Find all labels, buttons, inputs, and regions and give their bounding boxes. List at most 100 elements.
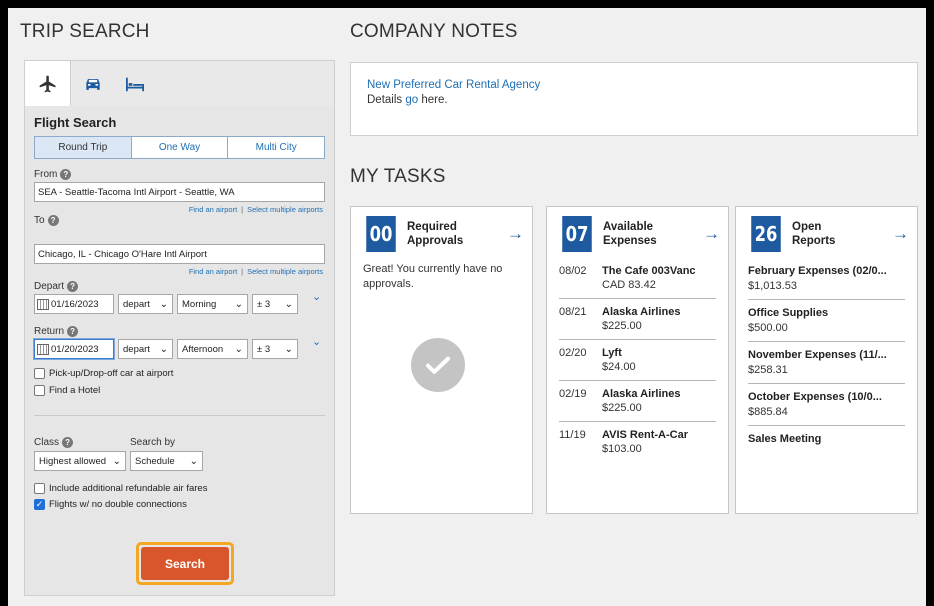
details-suffix: here. (418, 94, 448, 106)
expense-item[interactable]: 02/19 Alaska Airlines $225.00 (559, 385, 716, 422)
expense-date: 08/21 (559, 306, 587, 318)
class-select[interactable]: Highest allowed ⌄ (34, 451, 126, 471)
help-icon[interactable]: ? (60, 169, 72, 180)
find-airport-link[interactable]: Find an airport (189, 267, 237, 276)
open-reports-card[interactable]: 26 Open Reports → February Expenses (02/… (735, 206, 918, 514)
chevron-down-icon: ⌄ (159, 343, 168, 355)
details-prefix: Details (367, 94, 406, 106)
class-value: Highest allowed (39, 455, 107, 467)
select-multiple-airports-link[interactable]: Select multiple airports (247, 205, 323, 214)
tab-hotel[interactable] (115, 61, 155, 106)
help-icon[interactable]: ? (67, 326, 79, 337)
car-icon (86, 78, 100, 90)
expense-name: Alaska Airlines (602, 306, 681, 318)
card-header[interactable]: 26 Open Reports → (748, 215, 909, 253)
expense-name: AVIS Rent-A-Car (602, 429, 688, 441)
expense-name: The Cafe 003Vanc (602, 265, 696, 277)
refundable-checkbox[interactable] (34, 483, 45, 494)
expense-item[interactable]: 08/02 The Cafe 003Vanc CAD 83.42 (559, 262, 716, 299)
report-item[interactable]: Sales Meeting (748, 430, 905, 452)
chevron-down-icon: ⌄ (234, 343, 243, 355)
return-expand-chevron-icon[interactable]: ⌄ (312, 335, 321, 348)
find-hotel-label: Find a Hotel (49, 385, 101, 396)
pickup-car-label: Pick-up/Drop-off car at airport (49, 368, 174, 379)
depart-type-select[interactable]: depart ⌄ (118, 294, 173, 314)
depart-label: Depart ? (34, 281, 79, 292)
help-icon[interactable]: ? (67, 281, 79, 292)
my-tasks-heading: MY TASKS (350, 166, 446, 187)
required-approvals-card[interactable]: 00 Required Approvals → Great! You curre… (350, 206, 533, 514)
details-go-link[interactable]: go (405, 94, 418, 106)
search-button[interactable]: Search (141, 547, 229, 580)
report-item[interactable]: Office Supplies $500.00 (748, 304, 905, 342)
find-airport-link[interactable]: Find an airport (189, 205, 237, 214)
no-double-connections-checkbox-row[interactable]: ✓ Flights w/ no double connections (34, 499, 187, 510)
one-way-option[interactable]: One Way (132, 137, 229, 158)
reports-count: 26 (751, 216, 781, 252)
expense-date: 02/20 (559, 347, 587, 359)
expense-amount: $103.00 (602, 443, 642, 455)
tab-flight[interactable] (25, 61, 71, 106)
arrow-right-icon[interactable]: → (892, 224, 909, 244)
card-title: Available Expenses (603, 220, 703, 248)
pickup-car-checkbox-row[interactable]: Pick-up/Drop-off car at airport (34, 368, 173, 379)
from-input[interactable]: SEA - Seattle-Tacoma Intl Airport - Seat… (34, 182, 325, 202)
calendar-icon[interactable] (37, 298, 49, 310)
card-header[interactable]: 07 Available Expenses → (559, 215, 720, 253)
expense-item[interactable]: 08/21 Alaska Airlines $225.00 (559, 303, 716, 340)
checkmark-circle-icon (411, 338, 465, 392)
travel-type-tabs (25, 61, 334, 106)
tab-car[interactable] (73, 61, 113, 106)
depart-time-select[interactable]: Morning ⌄ (177, 294, 248, 314)
expense-item[interactable]: 02/20 Lyft $24.00 (559, 344, 716, 381)
return-label-text: Return (34, 326, 65, 337)
return-label: Return ? (34, 326, 79, 337)
return-type-value: depart (123, 343, 150, 355)
return-type-select[interactable]: depart ⌄ (118, 339, 173, 359)
report-name: October Expenses (10/0... (748, 391, 882, 403)
to-input[interactable]: Chicago, IL - Chicago O'Hare Intl Airpor… (34, 244, 325, 264)
airplane-icon (39, 75, 55, 92)
company-notes-heading: COMPANY NOTES (350, 21, 518, 42)
expense-item[interactable]: 11/19 AVIS Rent-A-Car $103.00 (559, 426, 716, 462)
no-double-connections-checkbox[interactable]: ✓ (34, 499, 45, 510)
expense-amount: $225.00 (602, 320, 642, 332)
card-body: Great! You currently have no approvals. (363, 262, 520, 392)
search-by-value: Schedule (135, 455, 175, 467)
arrow-right-icon[interactable]: → (703, 224, 720, 244)
refundable-label: Include additional refundable air fares (49, 483, 208, 494)
from-label: From ? (34, 169, 72, 180)
available-expenses-card[interactable]: 07 Available Expenses → 08/02 The Cafe 00… (546, 206, 729, 514)
select-multiple-airports-link[interactable]: Select multiple airports (247, 267, 323, 276)
card-title-line2: Approvals (407, 235, 464, 247)
chevron-down-icon: ⌄ (112, 455, 121, 467)
search-by-select[interactable]: Schedule ⌄ (130, 451, 203, 471)
card-header[interactable]: 00 Required Approvals → (363, 215, 524, 253)
find-hotel-checkbox-row[interactable]: Find a Hotel (34, 385, 100, 396)
search-button-highlight: Search (136, 542, 234, 585)
help-icon[interactable]: ? (47, 215, 59, 226)
return-date-input[interactable]: 01/20/2023 (34, 339, 114, 359)
return-window-select[interactable]: ± 3 ⌄ (252, 339, 298, 359)
depart-expand-chevron-icon[interactable]: ⌄ (312, 290, 321, 303)
report-item[interactable]: February Expenses (02/0... $1,013.53 (748, 262, 905, 300)
depart-date-input[interactable]: 01/16/2023 (34, 294, 114, 314)
flight-search-title: Flight Search (34, 115, 117, 130)
pickup-car-checkbox[interactable] (34, 368, 45, 379)
help-icon[interactable]: ? (62, 437, 74, 448)
return-time-select[interactable]: Afternoon ⌄ (177, 339, 248, 359)
from-airport-links: Find an airport | Select multiple airports (188, 205, 323, 214)
expense-name: Lyft (602, 347, 622, 359)
multi-city-option[interactable]: Multi City (228, 137, 324, 158)
report-item[interactable]: November Expenses (11/... $258.31 (748, 346, 905, 384)
refundable-checkbox-row[interactable]: Include additional refundable air fares (34, 483, 207, 494)
report-item[interactable]: October Expenses (10/0... $885.84 (748, 388, 905, 426)
depart-window-select[interactable]: ± 3 ⌄ (252, 294, 298, 314)
car-rental-notice-link[interactable]: New Preferred Car Rental Agency (367, 79, 540, 91)
calendar-icon[interactable] (37, 343, 49, 355)
round-trip-option[interactable]: Round Trip (35, 137, 132, 158)
expense-amount: $24.00 (602, 361, 636, 373)
details-line: Details go here. (367, 93, 901, 108)
arrow-right-icon[interactable]: → (507, 224, 524, 244)
find-hotel-checkbox[interactable] (34, 385, 45, 396)
